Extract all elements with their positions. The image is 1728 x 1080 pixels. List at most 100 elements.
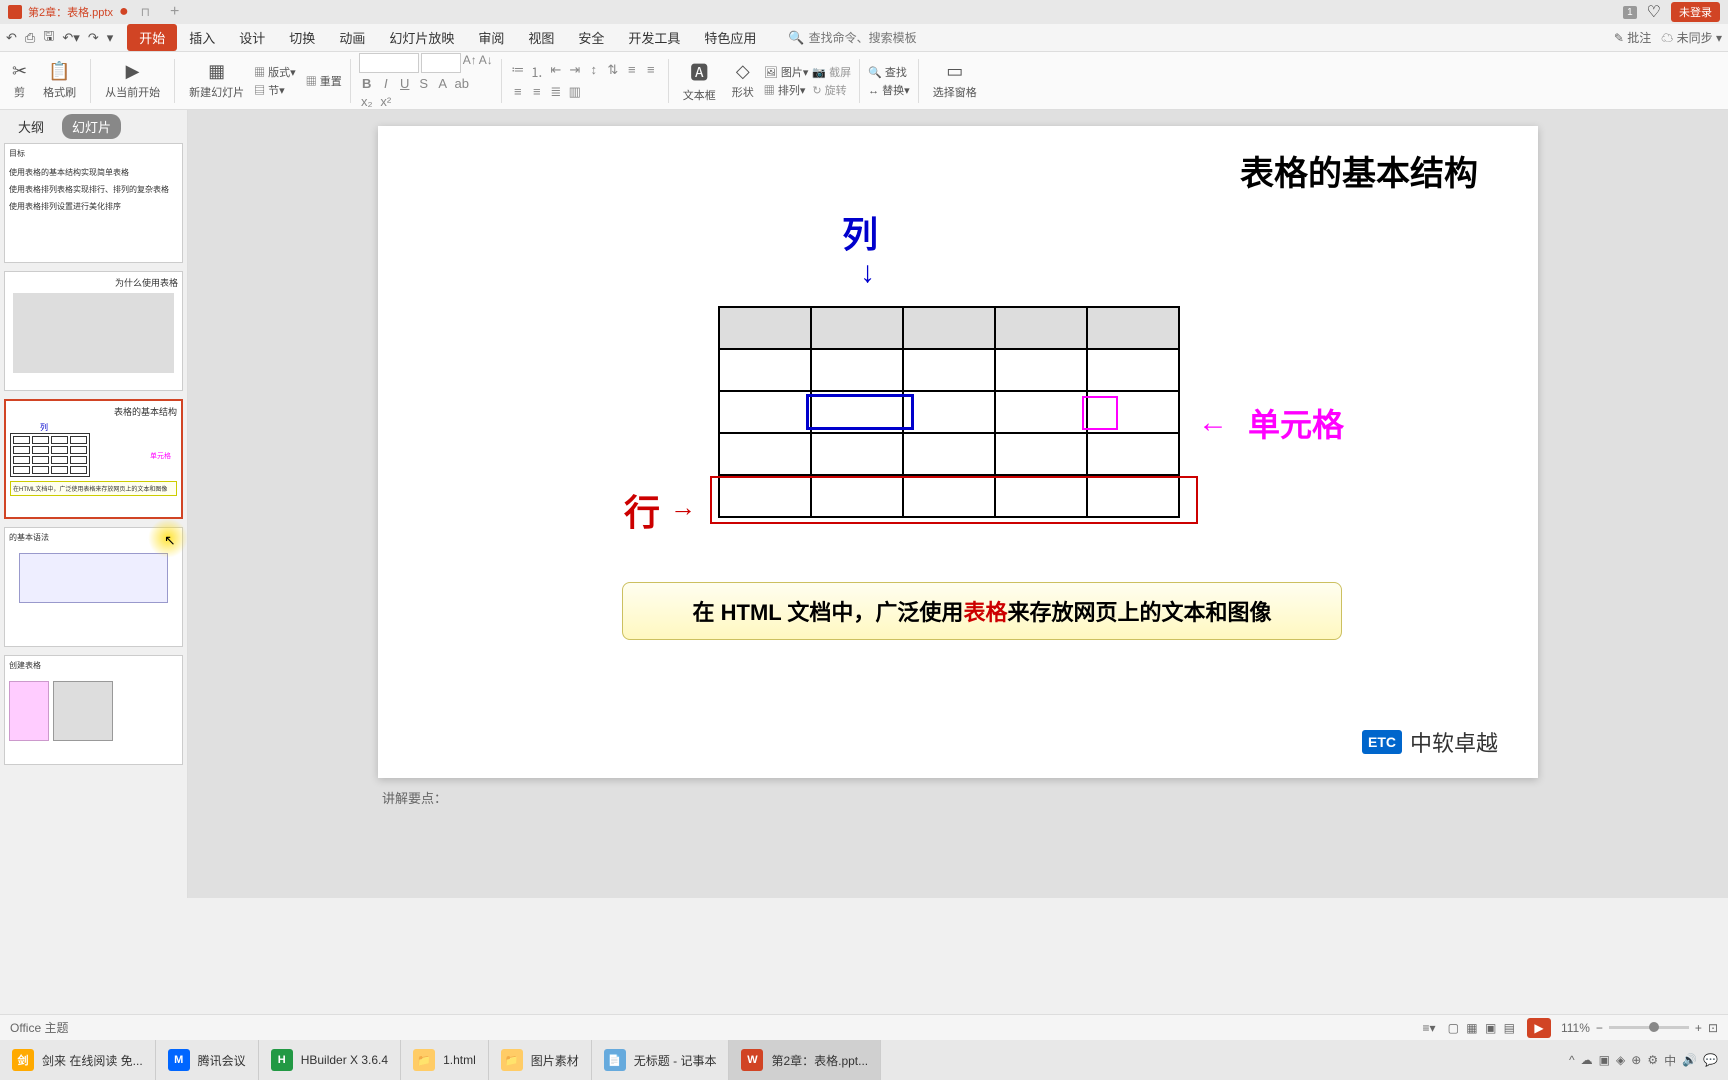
tab-review[interactable]: 审阅 bbox=[466, 24, 516, 51]
rotate-button[interactable]: ↻ 旋转 bbox=[812, 82, 851, 98]
find-button[interactable]: 🔍 查找 bbox=[868, 64, 910, 80]
align-center-icon[interactable]: ≡ bbox=[643, 62, 659, 81]
print-icon[interactable]: ⎙ bbox=[25, 30, 35, 46]
font-name-input[interactable] bbox=[359, 53, 419, 73]
search-box[interactable]: 🔍 bbox=[788, 30, 948, 46]
subscript-icon[interactable]: x₂ bbox=[359, 94, 375, 109]
new-slide-button[interactable]: ▦新建幻灯片 bbox=[183, 59, 250, 102]
taskbar-item[interactable]: 📄无标题 - 记事本 bbox=[592, 1040, 730, 1080]
save-icon[interactable]: 🖫 bbox=[43, 27, 54, 49]
one-badge[interactable]: 1 bbox=[1623, 6, 1637, 19]
layout-button[interactable]: ▦ 版式▾ bbox=[254, 64, 296, 80]
tab-developer[interactable]: 开发工具 bbox=[616, 24, 692, 51]
comments-button[interactable]: ✎ 批注 bbox=[1614, 29, 1651, 46]
play-from-current[interactable]: ▶从当前开始 bbox=[99, 59, 166, 102]
tab-slideshow[interactable]: 幻灯片放映 bbox=[377, 24, 466, 51]
numbering-icon[interactable]: ⒈ bbox=[529, 62, 545, 81]
tray-up-icon[interactable]: ^ bbox=[1569, 1053, 1575, 1067]
screenshot-button[interactable]: 📷 截屏 bbox=[812, 64, 851, 80]
taskbar-item[interactable]: HHBuilder X 3.6.4 bbox=[259, 1040, 401, 1080]
tray-icon[interactable]: ☁ bbox=[1581, 1053, 1593, 1067]
underline-icon[interactable]: U bbox=[397, 76, 413, 91]
taskbar-item-active[interactable]: W第2章：表格.ppt... bbox=[729, 1040, 881, 1080]
slide-thumbnail-1[interactable]: 目标 使用表格的基本结构实现简单表格 使用表格排列表格实现排行、排列的复杂表格 … bbox=[4, 143, 183, 263]
fit-icon[interactable]: ⊡ bbox=[1708, 1021, 1718, 1035]
sync-button[interactable]: ☁ 未同步 ▾ bbox=[1661, 29, 1722, 46]
align-right-icon[interactable]: ≡ bbox=[510, 84, 526, 100]
shape-button[interactable]: ◇形状 bbox=[726, 59, 760, 102]
tab-pin-icon[interactable]: ⊓ bbox=[141, 5, 150, 19]
indent-right-icon[interactable]: ⇥ bbox=[567, 62, 583, 81]
search-input[interactable] bbox=[809, 31, 949, 45]
columns-icon[interactable]: ▥ bbox=[567, 84, 583, 100]
tab-design[interactable]: 设计 bbox=[227, 24, 277, 51]
normal-view-icon[interactable]: ▢ bbox=[1448, 1021, 1459, 1035]
line-spacing-icon[interactable]: ↕ bbox=[586, 62, 602, 81]
distribute-icon[interactable]: ≣ bbox=[548, 84, 564, 100]
slide-thumbnail-5[interactable]: 创建表格 bbox=[4, 655, 183, 765]
current-slide[interactable]: 表格的基本结构 列 ↓ ← 单元格 行 → 在 HTML 文档中，广泛使用表格来… bbox=[378, 126, 1538, 778]
slide-thumbnail-2[interactable]: 为什么使用表格 bbox=[4, 271, 183, 391]
menu-icon[interactable]: ≡▾ bbox=[1423, 1021, 1436, 1035]
justify-icon[interactable]: ≡ bbox=[529, 84, 545, 100]
login-button[interactable]: 未登录 bbox=[1671, 2, 1720, 22]
indent-left-icon[interactable]: ⇤ bbox=[548, 62, 564, 81]
zoom-out-icon[interactable]: − bbox=[1596, 1021, 1603, 1035]
zoom-level[interactable]: 111% bbox=[1561, 1021, 1590, 1035]
redo-icon[interactable]: ↷ bbox=[88, 30, 99, 46]
replace-button[interactable]: ↔ 替换▾ bbox=[868, 82, 910, 98]
taskbar-item[interactable]: M腾讯会议 bbox=[156, 1040, 259, 1080]
increase-font-icon[interactable]: A↑ bbox=[463, 53, 477, 73]
reset-button[interactable]: ▦ 重置 bbox=[306, 73, 342, 89]
tab-special[interactable]: 特色应用 bbox=[692, 24, 768, 51]
tab-view[interactable]: 视图 bbox=[516, 24, 566, 51]
gift-icon[interactable]: ♡ bbox=[1647, 2, 1661, 22]
tab-home[interactable]: 开始 bbox=[127, 24, 177, 51]
sorter-view-icon[interactable]: ▦ bbox=[1466, 1021, 1477, 1035]
undo-dropdown-icon[interactable]: ↶▾ bbox=[62, 30, 79, 46]
notes-area[interactable]: 讲解要点： bbox=[378, 778, 1538, 817]
taskbar-item[interactable]: 📁1.html bbox=[401, 1040, 489, 1080]
align-left-icon[interactable]: ≡ bbox=[624, 62, 640, 81]
reading-view-icon[interactable]: ▣ bbox=[1485, 1021, 1496, 1035]
tab-insert[interactable]: 插入 bbox=[177, 24, 227, 51]
slide-thumbnail-4[interactable]: 的基本语法 bbox=[4, 527, 183, 647]
tray-ime-icon[interactable]: 中 bbox=[1664, 1052, 1676, 1069]
cut-group[interactable]: ✂剪 bbox=[6, 59, 33, 102]
zoom-in-icon[interactable]: + bbox=[1695, 1021, 1702, 1035]
highlight-icon[interactable]: ab bbox=[454, 76, 470, 91]
slides-tab[interactable]: 幻灯片 bbox=[62, 114, 121, 139]
tray-volume-icon[interactable]: 🔊 bbox=[1682, 1053, 1697, 1067]
tray-icon[interactable]: ⚙ bbox=[1647, 1053, 1658, 1067]
tab-animation[interactable]: 动画 bbox=[327, 24, 377, 51]
font-size-input[interactable] bbox=[421, 53, 461, 73]
undo-icon[interactable]: ↶ bbox=[6, 30, 17, 46]
tray-notification-icon[interactable]: 💬 bbox=[1703, 1053, 1718, 1067]
new-tab-button[interactable]: + bbox=[170, 3, 179, 21]
tab-security[interactable]: 安全 bbox=[566, 24, 616, 51]
select-pane-button[interactable]: ▭选择窗格 bbox=[927, 59, 983, 102]
slide-thumbnail-3[interactable]: 表格的基本结构 列 单元格 在HTML文档中，广泛使用表格来存放网页上的文本和图… bbox=[4, 399, 183, 519]
strike-icon[interactable]: S bbox=[416, 76, 432, 91]
section-button[interactable]: ▤ 节▾ bbox=[254, 82, 285, 98]
decrease-font-icon[interactable]: A↓ bbox=[479, 53, 493, 73]
zoom-slider[interactable] bbox=[1609, 1026, 1689, 1029]
textbox-button[interactable]: 🅰文本框 bbox=[677, 57, 722, 105]
qat-dropdown-icon[interactable]: ▾ bbox=[107, 30, 114, 46]
picture-button[interactable]: 🖼 图片▾ bbox=[764, 64, 809, 80]
tab-transition[interactable]: 切换 bbox=[277, 24, 327, 51]
italic-icon[interactable]: I bbox=[378, 76, 394, 91]
outline-tab[interactable]: 大纲 bbox=[8, 114, 54, 139]
superscript-icon[interactable]: x² bbox=[378, 94, 394, 109]
arrange-button[interactable]: ▦ 排列▾ bbox=[764, 82, 809, 98]
bullets-icon[interactable]: ≔ bbox=[510, 62, 526, 81]
tray-icon[interactable]: ⊕ bbox=[1631, 1053, 1641, 1067]
taskbar-item[interactable]: 剑剑来 在线阅读 免... bbox=[0, 1040, 156, 1080]
font-color-icon[interactable]: A bbox=[435, 76, 451, 91]
text-direction-icon[interactable]: ⇅ bbox=[605, 62, 621, 81]
paste-group[interactable]: 📋格式刷 bbox=[37, 59, 82, 102]
tray-icon[interactable]: ▣ bbox=[1599, 1053, 1610, 1067]
bold-icon[interactable]: B bbox=[359, 76, 375, 91]
notes-view-icon[interactable]: ▤ bbox=[1504, 1021, 1515, 1035]
taskbar-item[interactable]: 📁图片素材 bbox=[489, 1040, 592, 1080]
